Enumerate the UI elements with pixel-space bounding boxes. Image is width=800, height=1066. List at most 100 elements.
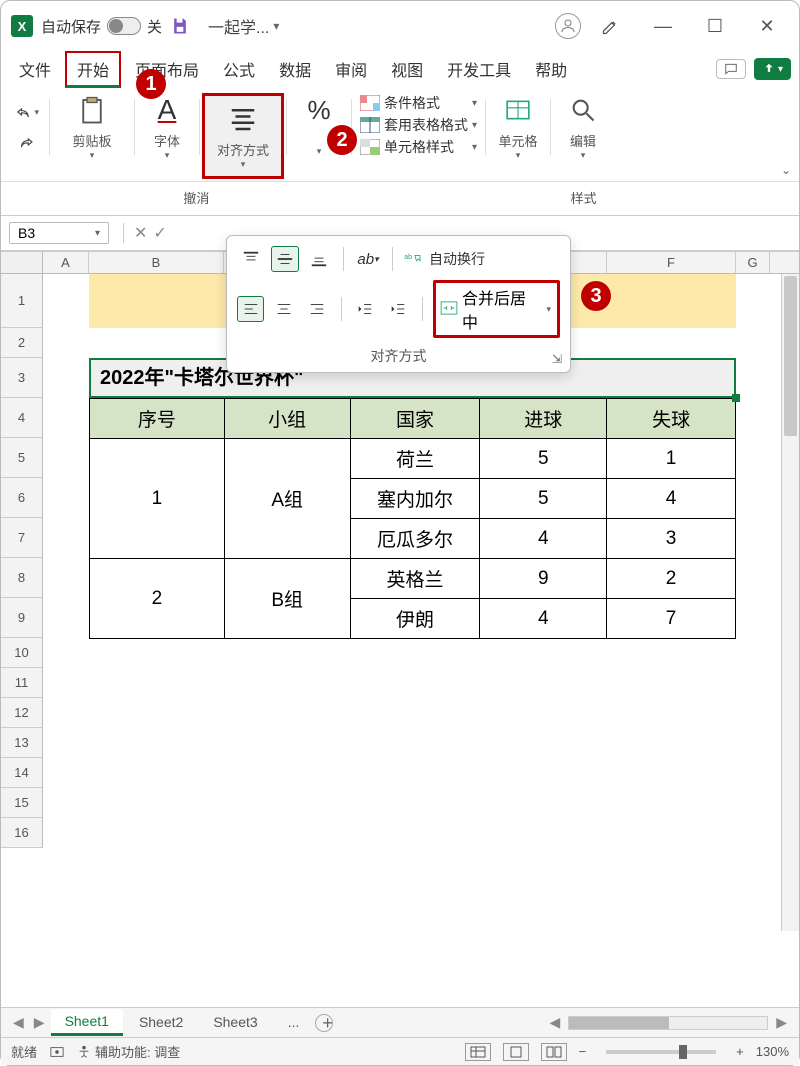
cells-group[interactable]: 单元格 ▾ [488,93,548,161]
header-country[interactable]: 国家 [350,399,480,439]
sheet-tab-more[interactable]: ... [274,1010,314,1036]
cell-goals[interactable]: 9 [480,559,607,599]
align-left-button[interactable] [237,296,264,322]
view-page-break-button[interactable] [541,1043,567,1061]
cell-conceded[interactable]: 4 [607,479,736,519]
header-group[interactable]: 小组 [224,399,350,439]
percent-icon[interactable]: % [302,93,336,127]
cell-goals[interactable]: 5 [480,479,607,519]
row-header-1[interactable]: 1 [1,274,43,328]
paste-icon[interactable] [75,93,109,127]
cell-country[interactable]: 伊朗 [350,599,480,639]
cell-goals[interactable]: 5 [480,439,607,479]
confirm-icon[interactable]: ✓ [153,223,166,243]
tab-view[interactable]: 视图 [381,53,433,85]
vertical-scrollbar[interactable] [781,274,799,931]
share-button[interactable]: ▾ [754,58,791,80]
align-right-button[interactable] [303,296,330,322]
wrap-text-button[interactable]: ab 自动换行 [403,249,485,269]
cell-conceded[interactable]: 7 [607,599,736,639]
maximize-button[interactable]: ☐ [693,8,737,44]
sheet-tab-3[interactable]: Sheet3 [199,1010,271,1036]
row-header-5[interactable]: 5 [1,438,43,478]
cell-goals[interactable]: 4 [480,599,607,639]
row-header-3[interactable]: 3 [1,358,43,398]
horizontal-scrollbar[interactable] [568,1016,768,1030]
save-icon[interactable] [170,16,190,36]
row-header-13[interactable]: 13 [1,728,43,758]
row-header-8[interactable]: 8 [1,558,43,598]
alignment-icon[interactable] [226,102,260,136]
hscroll-left[interactable]: ◀ [545,1014,564,1031]
row-header-16[interactable]: 16 [1,818,43,848]
macro-record-icon[interactable] [49,1045,65,1059]
row-header-11[interactable]: 11 [1,668,43,698]
orientation-button[interactable]: ab ▾ [354,246,382,272]
hscroll-right[interactable]: ▶ [772,1014,791,1031]
sheet-nav-prev[interactable]: ◀ [9,1014,28,1031]
redo-button[interactable] [13,129,39,155]
col-header-B[interactable]: B [89,252,224,273]
zoom-out-button[interactable]: − [579,1044,587,1059]
tab-home[interactable]: 开始 [65,51,121,88]
cell-country[interactable]: 塞内加尔 [350,479,480,519]
tab-dev[interactable]: 开发工具 [437,53,521,85]
cell-conceded[interactable]: 3 [607,519,736,559]
selection-handle[interactable] [732,394,740,402]
zoom-level[interactable]: 130% [756,1044,789,1059]
clipboard-group[interactable]: 剪贴板 ▾ [52,93,132,161]
add-sheet-button[interactable]: + [315,1014,333,1032]
cell-no[interactable]: 2 [90,559,225,639]
sheet-tab-2[interactable]: Sheet2 [125,1010,197,1036]
name-box[interactable]: B3 ▾ [9,222,109,244]
tab-file[interactable]: 文件 [9,53,61,85]
sheet-tab-1[interactable]: Sheet1 [51,1009,123,1036]
tab-data[interactable]: 数据 [269,53,321,85]
cell-country[interactable]: 荷兰 [350,439,480,479]
close-button[interactable]: ✕ [745,8,789,44]
view-page-layout-button[interactable] [503,1043,529,1061]
cell-country[interactable]: 英格兰 [350,559,480,599]
editing-group[interactable]: 编辑 ▾ [553,93,613,161]
increase-indent-button[interactable] [385,296,412,322]
zoom-in-button[interactable]: + [736,1044,744,1059]
align-top-button[interactable] [237,246,265,272]
header-no[interactable]: 序号 [90,399,225,439]
row-header-2[interactable]: 2 [1,328,43,358]
dialog-launcher-icon[interactable]: ⇲ [552,352,562,366]
align-middle-button[interactable] [271,246,299,272]
minimize-button[interactable]: — [641,8,685,44]
cell-conceded[interactable]: 2 [607,559,736,599]
cell-style-button[interactable]: 单元格样式▾ [360,137,477,157]
accessibility-button[interactable]: 辅助功能: 调查 [77,1042,180,1061]
zoom-slider[interactable] [606,1050,716,1054]
row-header-7[interactable]: 7 [1,518,43,558]
table-row[interactable]: 2 B组 英格兰 9 2 [90,559,736,599]
col-header-G[interactable]: G [736,252,770,273]
col-header-F[interactable]: F [607,252,736,273]
cell-no[interactable]: 1 [90,439,225,559]
table-header-row[interactable]: 序号 小组 国家 进球 失球 [90,399,736,439]
autosave-toggle[interactable]: 自动保存 关 [41,16,162,37]
conditional-format-button[interactable]: 条件格式▾ [360,93,477,113]
pen-icon[interactable] [589,8,633,44]
row-header-15[interactable]: 15 [1,788,43,818]
tab-review[interactable]: 审阅 [325,53,377,85]
sheet-nav-next[interactable]: ▶ [30,1014,49,1031]
cancel-icon[interactable]: ✕ [134,223,147,243]
row-header-12[interactable]: 12 [1,698,43,728]
user-avatar[interactable] [555,13,581,39]
cell-group[interactable]: B组 [224,559,350,639]
zoom-knob[interactable] [679,1045,687,1059]
comments-button[interactable] [716,59,746,79]
decrease-indent-button[interactable] [352,296,379,322]
row-header-9[interactable]: 9 [1,598,43,638]
merge-center-button[interactable]: 合并后居中 ▾ [433,280,560,338]
row-header-14[interactable]: 14 [1,758,43,788]
cell-conceded[interactable]: 1 [607,439,736,479]
scrollbar-thumb[interactable] [784,276,797,436]
hscroll-thumb[interactable] [569,1017,669,1029]
header-conceded[interactable]: 失球 [607,399,736,439]
tab-help[interactable]: 帮助 [525,53,577,85]
col-header-A[interactable]: A [43,252,89,273]
